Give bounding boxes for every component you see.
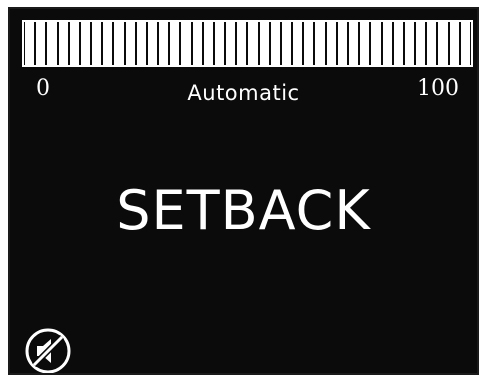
level-bar-segment [326,22,336,65]
level-bar-segment [393,22,403,65]
level-bar-segment [58,22,68,65]
level-bar [22,20,473,67]
level-bar-segment [159,22,169,65]
level-bar-segment [438,22,448,65]
level-bar-segment [192,22,202,65]
level-bar-segment [416,22,426,65]
level-bar-segment [348,22,359,65]
level-bar-segment [270,22,280,65]
mute-button[interactable] [24,327,72,373]
level-bar-segment [449,22,459,65]
level-bar-segment [103,22,113,65]
level-bar-segment [237,22,247,65]
level-bar-segment [170,22,180,65]
level-bar-segment [371,22,381,65]
level-bar-segment [337,22,347,65]
level-bar-segment [293,22,303,65]
level-bar-segment [427,22,437,65]
mode-label: Automatic [187,81,300,105]
level-bar-segment [147,22,158,65]
level-bar-segment [404,22,415,65]
level-bar-segment [80,22,91,65]
level-bar-segment [214,22,225,65]
status-text: SETBACK [116,179,371,242]
speaker-muted-icon [25,328,71,373]
level-bar-segment [136,22,146,65]
level-bar-segment [69,22,79,65]
level-bar-segment [25,22,35,65]
level-bar-segment [226,22,236,65]
scale-max-label: 100 [417,76,459,101]
level-bar-segment [125,22,135,65]
level-bar-segment [248,22,258,65]
thermostat-display: 0 Automatic 100 SETBACK [8,7,479,375]
level-bar-segment [460,22,470,65]
level-bar-segment [304,22,314,65]
level-bar-segment [114,22,124,65]
level-bar-segment [92,22,102,65]
level-bar-segment [281,22,292,65]
level-bar-segment [382,22,392,65]
level-bar-segment [315,22,325,65]
level-bar-segment [181,22,191,65]
level-bar-segment [47,22,57,65]
level-bar-segment [360,22,370,65]
level-bar-segment [259,22,269,65]
level-bar-segment [203,22,213,65]
level-bar-segment [36,22,46,65]
